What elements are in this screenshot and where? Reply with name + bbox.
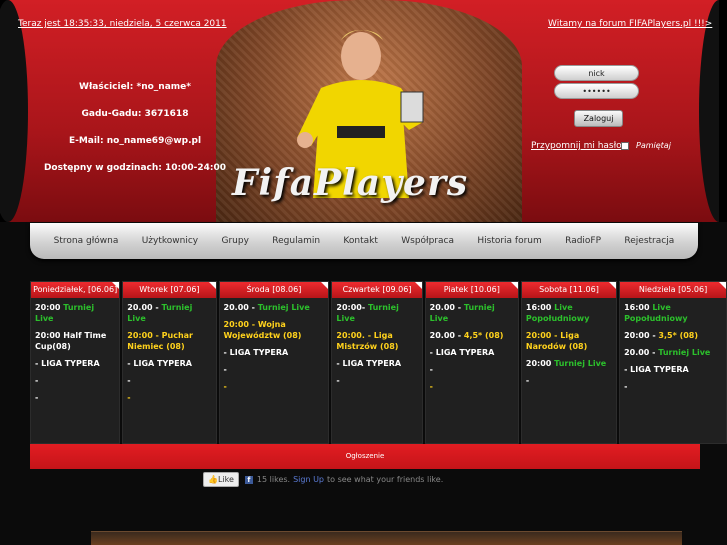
schedule-event: 16:00 Live Popołudniowy bbox=[525, 303, 590, 323]
remember-label: Pamiętaj bbox=[636, 141, 671, 150]
day-column: Sobota [11.06] 16:00 Live Popołudniowy 2… bbox=[520, 281, 618, 444]
password-field[interactable]: •••••• bbox=[554, 83, 639, 99]
header: FifaPlayers Teraz jest 18:35:33, niedzie… bbox=[0, 0, 727, 222]
day-header: Poniedziałek, [06.06] bbox=[31, 282, 120, 298]
schedule-event: 20.00 - Turniej Live bbox=[127, 303, 193, 323]
schedule-event: - LIGA TYPERA bbox=[223, 348, 289, 357]
nav-groups[interactable]: Grupy bbox=[221, 236, 248, 246]
schedule-event: 20:00. - Liga Mistrzów (08) bbox=[336, 331, 399, 351]
schedule-event: 20.00 - Turniej Live bbox=[624, 348, 711, 357]
schedule-event: 20.00 - Turniej Live bbox=[223, 303, 310, 312]
remind-password-link[interactable]: Przypomnij mi hasło bbox=[531, 141, 622, 151]
schedule-event: 16:00 Live Popołudniowy bbox=[624, 303, 688, 323]
schedule-event: - bbox=[336, 376, 340, 385]
day-header: Niedziela [05.06] bbox=[620, 282, 727, 298]
owner-email: E-Mail: no_name69@wp.pl bbox=[68, 136, 202, 146]
day-column: Czwartek [09.06] 20:00- Turniej Live 20:… bbox=[331, 281, 423, 444]
day-header: Piatek [10.06] bbox=[425, 282, 518, 298]
day-column: Środa [08.06] 20.00 - Turniej Live 20:00… bbox=[218, 281, 330, 444]
facebook-like-box: 👍Like f 15 likes. Sign Up to see what yo… bbox=[203, 472, 443, 487]
schedule-event: - bbox=[35, 393, 39, 402]
remember-checkbox[interactable] bbox=[621, 142, 629, 150]
username-field[interactable]: nick bbox=[554, 65, 639, 81]
forum-page: FifaPlayers Teraz jest 18:35:33, niedzie… bbox=[0, 0, 727, 545]
schedule-event: - bbox=[223, 382, 227, 391]
schedule-event: - LIGA TYPERA bbox=[336, 359, 402, 368]
schedule-event: 20:00- Turniej Live bbox=[336, 303, 399, 323]
nav-rules[interactable]: Regulamin bbox=[272, 236, 320, 246]
day-header: Sobota [11.06] bbox=[521, 282, 617, 298]
thumbs-up-icon: 👍 bbox=[208, 475, 218, 484]
day-header: Wtorek [07.06] bbox=[123, 282, 216, 298]
header-wave-right bbox=[699, 0, 727, 222]
header-wave-left bbox=[0, 0, 28, 222]
nav-cooperation[interactable]: Współpraca bbox=[401, 236, 454, 246]
schedule-event: 20:00 Turniej Live bbox=[35, 303, 95, 323]
owner-name: Właściciel: *no_name* bbox=[79, 82, 191, 92]
facebook-signup-link[interactable]: Sign Up bbox=[293, 475, 324, 484]
like-count: 15 likes. bbox=[256, 475, 291, 484]
schedule-event: - bbox=[624, 382, 628, 391]
schedule-event: 20:00 - Liga Narodów (08) bbox=[525, 331, 588, 351]
weekly-schedule: Poniedziałek, [06.06] 20:00 Turniej Live… bbox=[30, 281, 727, 444]
schedule-event: 20:00 - Wojna Województw (08) bbox=[223, 320, 302, 340]
owner-hours: Dostępny w godzinach: 10:00-24:00 bbox=[43, 163, 227, 173]
day-column: Poniedziałek, [06.06] 20:00 Turniej Live… bbox=[30, 281, 121, 444]
owner-gg: Gadu-Gadu: 3671618 bbox=[81, 109, 189, 119]
schedule-event: - bbox=[525, 376, 530, 385]
bottom-banner-strip bbox=[91, 531, 682, 545]
nav-radio[interactable]: RadioFP bbox=[565, 236, 601, 246]
schedule-event: - bbox=[127, 393, 131, 402]
day-header: Czwartek [09.06] bbox=[332, 282, 422, 298]
schedule-event: - LIGA TYPERA bbox=[624, 365, 689, 374]
facebook-icon: f bbox=[244, 475, 253, 484]
schedule-event: 20:00 - 3,5* (08) bbox=[624, 331, 699, 340]
day-header: Środa [08.06] bbox=[219, 282, 329, 298]
schedule-event: - LIGA TYPERA bbox=[127, 359, 192, 368]
facebook-text: to see what your friends like. bbox=[327, 475, 444, 484]
day-column: Niedziela [05.06] 16:00 Live Popołudniow… bbox=[619, 281, 727, 444]
nav-home[interactable]: Strona główna bbox=[54, 236, 119, 246]
schedule-event: 20:00 Half Time Cup(08) bbox=[35, 331, 107, 351]
announcement-bar: Ogłoszenie bbox=[30, 444, 700, 469]
owner-info: Właściciel: *no_name* Gadu-Gadu: 3671618… bbox=[40, 74, 230, 182]
schedule-event: - LIGA TYPERA bbox=[35, 359, 100, 368]
day-column: Piatek [10.06] 20.00 - Turniej Live 20.0… bbox=[424, 281, 519, 444]
day-column: Wtorek [07.06] 20.00 - Turniej Live 20:0… bbox=[122, 281, 217, 444]
schedule-event: - bbox=[127, 376, 131, 385]
nav-register[interactable]: Rejestracja bbox=[624, 236, 674, 246]
main-nav: Strona główna Użytkownicy Grupy Regulami… bbox=[30, 223, 698, 259]
nav-contact[interactable]: Kontakt bbox=[343, 236, 377, 246]
welcome-link[interactable]: Witamy na forum FIFAPlayers.pl !!!> bbox=[548, 19, 712, 29]
schedule-event: 20.00 - 4,5* (08) bbox=[429, 331, 504, 340]
schedule-event: - bbox=[429, 365, 433, 374]
site-logo: FifaPlayers bbox=[232, 162, 469, 204]
schedule-event: - LIGA TYPERA bbox=[429, 348, 495, 357]
nav-users[interactable]: Użytkownicy bbox=[142, 236, 198, 246]
schedule-event: 20:00 - Puchar Niemiec (08) bbox=[127, 331, 193, 351]
schedule-event: - bbox=[223, 365, 227, 374]
facebook-like-button[interactable]: 👍Like bbox=[203, 472, 239, 487]
schedule-event: 20.00 - Turniej Live bbox=[429, 303, 495, 323]
datetime-link[interactable]: Teraz jest 18:35:33, niedziela, 5 czerwc… bbox=[18, 19, 227, 29]
schedule-event: 20:00 Turniej Live bbox=[525, 359, 607, 368]
schedule-event: - bbox=[35, 376, 39, 385]
nav-history[interactable]: Historia forum bbox=[477, 236, 541, 246]
login-button[interactable]: Zaloguj bbox=[574, 110, 623, 127]
schedule-event: - bbox=[429, 382, 433, 391]
